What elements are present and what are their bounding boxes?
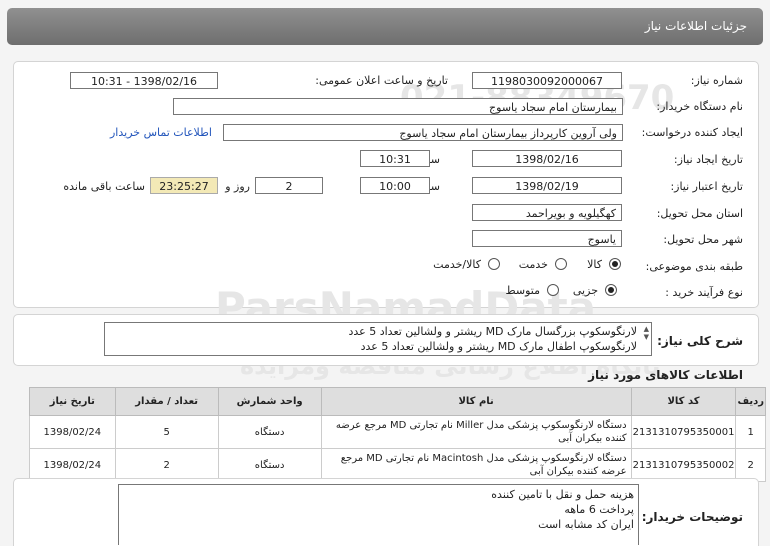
category-radio-both[interactable] xyxy=(488,258,500,270)
remaining-label: ساعت باقی مانده xyxy=(63,180,145,193)
goods-name: دستگاه لارنگوسکوپ پزشکی مدل Macintosh نا… xyxy=(320,448,632,482)
created-date-field: 1398/02/16 xyxy=(472,150,622,167)
requester-label: ایجاد کننده درخواست: xyxy=(641,126,743,139)
buyer-notes-box: هزینه حمل و نقل با تامین کننده پرداخت 6 … xyxy=(118,484,639,545)
province-field: کهگیلویه و بویراحمد xyxy=(472,204,622,221)
col-header-qty: تعداد / مقدار xyxy=(114,387,219,416)
col-header-date: تاریخ نیاز xyxy=(29,387,116,416)
category-radio-service[interactable] xyxy=(555,258,567,270)
table-row: 2 2131310795350002 دستگاه لارنگوسکوپ پزش… xyxy=(29,448,766,482)
buyer-org-field: بیمارستان امام سجاد یاسوج xyxy=(173,98,623,115)
summary-textarea[interactable]: لارنگوسکوپ بزرگسال مارک MD ریشتر و ولشال… xyxy=(104,322,652,356)
announce-field: 1398/02/16 - 10:31 xyxy=(70,72,218,89)
announce-label: تاریخ و ساعت اعلان عمومی: xyxy=(315,74,448,87)
col-header-unit: واحد شمارش xyxy=(217,387,322,416)
notes-line-2: پرداخت 6 ماهه xyxy=(564,503,634,516)
need-date: 1398/02/24 xyxy=(29,415,116,449)
unit: دستگاه xyxy=(217,415,322,449)
row-index: 1 xyxy=(735,415,766,449)
validity-time-field: 10:00 xyxy=(360,177,430,194)
process-radio-minor[interactable] xyxy=(605,284,617,296)
page-header: جزئیات اطلاعات نیاز xyxy=(7,8,763,45)
need-date: 1398/02/24 xyxy=(29,448,116,482)
requester-field: ولی آروین کارپرداز بیمارستان امام سجاد ی… xyxy=(223,124,623,141)
goods-code: 2131310795350001 xyxy=(630,415,737,449)
process-label: نوع فرآیند خرید : xyxy=(665,286,743,299)
created-label: تاریخ ایجاد نیاز: xyxy=(673,153,743,166)
province-label: استان محل تحویل: xyxy=(656,207,743,220)
process-medium-label: متوسط xyxy=(505,284,540,297)
col-header-name: نام کالا xyxy=(320,387,632,416)
validity-label: تاریخ اعتبار نیاز: xyxy=(670,180,743,193)
need-number-label: شماره نیاز: xyxy=(690,74,743,87)
unit: دستگاه xyxy=(217,448,322,482)
category-label: طبقه بندی موضوعی: xyxy=(645,260,743,273)
city-label: شهر محل تحویل: xyxy=(663,233,743,246)
days-label: روز و xyxy=(225,180,250,193)
need-number-field: 1198030092000067 xyxy=(472,72,622,89)
summary-line-1: لارنگوسکوپ بزرگسال مارک MD ریشتر و ولشال… xyxy=(348,325,637,338)
category-both-label: کالا/خدمت xyxy=(433,258,481,271)
row-index: 2 xyxy=(735,448,766,482)
quantity: 5 xyxy=(114,415,219,449)
process-radio-medium[interactable] xyxy=(547,284,559,296)
table-row: 1 2131310795350001 دستگاه لارنگوسکوپ پزش… xyxy=(29,415,766,449)
created-time-field: 10:31 xyxy=(360,150,430,167)
scroll-arrows-icon[interactable]: ▲ ▼ xyxy=(644,325,649,341)
summary-label: شرح کلی نیاز: xyxy=(657,334,743,348)
items-table: ردیف کد کالا نام کالا واحد شمارش تعداد /… xyxy=(29,387,766,482)
days-field: 2 xyxy=(255,177,323,194)
remaining-time-field: 23:25:27 xyxy=(150,177,218,194)
col-header-code: کد کالا xyxy=(630,387,737,416)
page-title: جزئیات اطلاعات نیاز xyxy=(644,19,747,33)
category-goods-label: کالا xyxy=(587,258,602,271)
buyer-org-label: نام دستگاه خریدار: xyxy=(656,100,743,113)
notes-line-3: ایران کد مشابه است xyxy=(538,518,634,531)
buyer-notes-label: توضیحات خریدار: xyxy=(641,510,743,524)
items-title: اطلاعات کالاهای مورد نیاز xyxy=(588,368,743,382)
validity-date-field: 1398/02/19 xyxy=(472,177,622,194)
goods-name: دستگاه لارنگوسکوپ پزشکی مدل Miller نام ت… xyxy=(320,415,632,449)
col-header-row: ردیف xyxy=(735,387,766,416)
category-radio-goods[interactable] xyxy=(609,258,621,270)
process-minor-label: جزیی xyxy=(572,284,598,297)
quantity: 2 xyxy=(114,448,219,482)
goods-code: 2131310795350002 xyxy=(630,448,737,482)
contact-buyer-link[interactable]: اطلاعات تماس خریدار xyxy=(110,126,212,139)
summary-line-2: لارنگوسکوپ اطفال مارک MD ریشتر و ولشالین… xyxy=(360,340,637,353)
notes-line-1: هزینه حمل و نقل با تامین کننده xyxy=(491,488,634,501)
category-service-label: خدمت xyxy=(518,258,548,271)
city-field: یاسوج xyxy=(472,230,622,247)
